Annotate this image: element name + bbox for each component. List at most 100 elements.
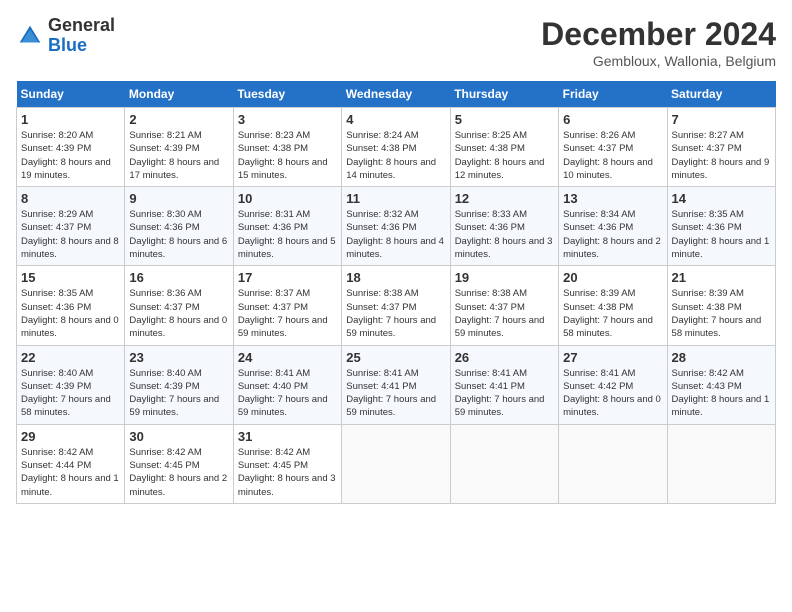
day-info: Sunrise: 8:32 AMSunset: 4:36 PMDaylight:… xyxy=(346,208,445,261)
day-info: Sunrise: 8:26 AMSunset: 4:37 PMDaylight:… xyxy=(563,129,662,182)
day-header: Sunday xyxy=(17,81,125,108)
calendar-cell: 5Sunrise: 8:25 AMSunset: 4:38 PMDaylight… xyxy=(450,108,558,187)
calendar-cell: 19 Sunrise: 8:38 AMSunset: 4:37 PMDayligh… xyxy=(450,266,558,345)
day-number: 3 xyxy=(238,112,337,127)
day-number: 15 xyxy=(21,270,120,285)
calendar-cell: 29 Sunrise: 8:42 AMSunset: 4:44 PMDayligh… xyxy=(17,424,125,503)
day-info: Sunrise: 8:36 AMSunset: 4:37 PMDaylight:… xyxy=(129,287,228,340)
logo: General Blue xyxy=(16,16,115,56)
day-number: 2 xyxy=(129,112,228,127)
calendar-cell: 23 Sunrise: 8:40 AMSunset: 4:39 PMDayligh… xyxy=(125,345,233,424)
day-info: Sunrise: 8:41 AMSunset: 4:41 PMDaylight:… xyxy=(455,367,554,420)
calendar-week-row: 8 Sunrise: 8:29 AMSunset: 4:37 PMDaylight… xyxy=(17,187,776,266)
calendar-cell: 13 Sunrise: 8:34 AMSunset: 4:36 PMDayligh… xyxy=(559,187,667,266)
day-info: Sunrise: 8:24 AMSunset: 4:38 PMDaylight:… xyxy=(346,129,445,182)
day-number: 12 xyxy=(455,191,554,206)
calendar-cell: 7 Sunrise: 8:27 AMSunset: 4:37 PMDaylight… xyxy=(667,108,775,187)
day-number: 5 xyxy=(455,112,554,127)
day-info: Sunrise: 8:27 AMSunset: 4:37 PMDaylight:… xyxy=(672,129,771,182)
location: Gembloux, Wallonia, Belgium xyxy=(541,53,776,69)
calendar-cell: 8 Sunrise: 8:29 AMSunset: 4:37 PMDaylight… xyxy=(17,187,125,266)
day-number: 7 xyxy=(672,112,771,127)
day-header: Thursday xyxy=(450,81,558,108)
day-number: 17 xyxy=(238,270,337,285)
day-info: Sunrise: 8:39 AMSunset: 4:38 PMDaylight:… xyxy=(672,287,771,340)
day-number: 28 xyxy=(672,350,771,365)
calendar-table: SundayMondayTuesdayWednesdayThursdayFrid… xyxy=(16,81,776,504)
day-info: Sunrise: 8:38 AMSunset: 4:37 PMDaylight:… xyxy=(346,287,445,340)
day-number: 21 xyxy=(672,270,771,285)
day-number: 31 xyxy=(238,429,337,444)
calendar-cell: 31 Sunrise: 8:42 AMSunset: 4:45 PMDayligh… xyxy=(233,424,341,503)
day-info: Sunrise: 8:42 AMSunset: 4:45 PMDaylight:… xyxy=(238,446,337,499)
day-info: Sunrise: 8:23 AMSunset: 4:38 PMDaylight:… xyxy=(238,129,337,182)
day-info: Sunrise: 8:21 AMSunset: 4:39 PMDaylight:… xyxy=(129,129,228,182)
day-number: 20 xyxy=(563,270,662,285)
day-number: 10 xyxy=(238,191,337,206)
calendar-week-row: 1 Sunrise: 8:20 AMSunset: 4:39 PMDaylight… xyxy=(17,108,776,187)
day-number: 13 xyxy=(563,191,662,206)
day-number: 4 xyxy=(346,112,445,127)
day-number: 26 xyxy=(455,350,554,365)
day-info: Sunrise: 8:40 AMSunset: 4:39 PMDaylight:… xyxy=(129,367,228,420)
day-header: Saturday xyxy=(667,81,775,108)
day-info: Sunrise: 8:20 AMSunset: 4:39 PMDaylight:… xyxy=(21,129,120,182)
page-header: General Blue December 2024 Gembloux, Wal… xyxy=(16,16,776,69)
calendar-cell: 10 Sunrise: 8:31 AMSunset: 4:36 PMDayligh… xyxy=(233,187,341,266)
day-number: 19 xyxy=(455,270,554,285)
calendar-week-row: 22 Sunrise: 8:40 AMSunset: 4:39 PMDayligh… xyxy=(17,345,776,424)
calendar-cell: 11 Sunrise: 8:32 AMSunset: 4:36 PMDayligh… xyxy=(342,187,450,266)
calendar-cell xyxy=(342,424,450,503)
calendar-cell: 9Sunrise: 8:30 AMSunset: 4:36 PMDaylight… xyxy=(125,187,233,266)
day-number: 1 xyxy=(21,112,120,127)
day-info: Sunrise: 8:39 AMSunset: 4:38 PMDaylight:… xyxy=(563,287,662,340)
day-number: 27 xyxy=(563,350,662,365)
calendar-cell: 30Sunrise: 8:42 AMSunset: 4:45 PMDayligh… xyxy=(125,424,233,503)
day-number: 18 xyxy=(346,270,445,285)
logo-icon xyxy=(16,22,44,50)
calendar-cell xyxy=(450,424,558,503)
day-number: 6 xyxy=(563,112,662,127)
calendar-cell: 12 Sunrise: 8:33 AMSunset: 4:36 PMDayligh… xyxy=(450,187,558,266)
calendar-cell: 21 Sunrise: 8:39 AMSunset: 4:38 PMDayligh… xyxy=(667,266,775,345)
calendar-week-row: 29 Sunrise: 8:42 AMSunset: 4:44 PMDayligh… xyxy=(17,424,776,503)
day-number: 11 xyxy=(346,191,445,206)
calendar-cell: 25Sunrise: 8:41 AMSunset: 4:41 PMDayligh… xyxy=(342,345,450,424)
calendar-cell: 6 Sunrise: 8:26 AMSunset: 4:37 PMDaylight… xyxy=(559,108,667,187)
day-info: Sunrise: 8:40 AMSunset: 4:39 PMDaylight:… xyxy=(21,367,120,420)
calendar-cell: 14Sunrise: 8:35 AMSunset: 4:36 PMDayligh… xyxy=(667,187,775,266)
calendar-cell: 26 Sunrise: 8:41 AMSunset: 4:41 PMDayligh… xyxy=(450,345,558,424)
calendar-cell: 28 Sunrise: 8:42 AMSunset: 4:43 PMDayligh… xyxy=(667,345,775,424)
day-info: Sunrise: 8:42 AMSunset: 4:43 PMDaylight:… xyxy=(672,367,771,420)
day-header: Tuesday xyxy=(233,81,341,108)
day-info: Sunrise: 8:41 AMSunset: 4:41 PMDaylight:… xyxy=(346,367,445,420)
calendar-cell: 20 Sunrise: 8:39 AMSunset: 4:38 PMDayligh… xyxy=(559,266,667,345)
day-info: Sunrise: 8:35 AMSunset: 4:36 PMDaylight:… xyxy=(21,287,120,340)
header-row: SundayMondayTuesdayWednesdayThursdayFrid… xyxy=(17,81,776,108)
calendar-cell: 18 Sunrise: 8:38 AMSunset: 4:37 PMDayligh… xyxy=(342,266,450,345)
day-info: Sunrise: 8:41 AMSunset: 4:42 PMDaylight:… xyxy=(563,367,662,420)
day-number: 23 xyxy=(129,350,228,365)
day-info: Sunrise: 8:30 AMSunset: 4:36 PMDaylight:… xyxy=(129,208,228,261)
day-info: Sunrise: 8:29 AMSunset: 4:37 PMDaylight:… xyxy=(21,208,120,261)
calendar-cell: 4 Sunrise: 8:24 AMSunset: 4:38 PMDaylight… xyxy=(342,108,450,187)
calendar-cell: 24Sunrise: 8:41 AMSunset: 4:40 PMDayligh… xyxy=(233,345,341,424)
day-header: Wednesday xyxy=(342,81,450,108)
calendar-cell xyxy=(667,424,775,503)
day-info: Sunrise: 8:34 AMSunset: 4:36 PMDaylight:… xyxy=(563,208,662,261)
day-info: Sunrise: 8:38 AMSunset: 4:37 PMDaylight:… xyxy=(455,287,554,340)
day-number: 22 xyxy=(21,350,120,365)
day-info: Sunrise: 8:42 AMSunset: 4:44 PMDaylight:… xyxy=(21,446,120,499)
day-number: 8 xyxy=(21,191,120,206)
day-info: Sunrise: 8:31 AMSunset: 4:36 PMDaylight:… xyxy=(238,208,337,261)
calendar-cell: 1 Sunrise: 8:20 AMSunset: 4:39 PMDaylight… xyxy=(17,108,125,187)
title-block: December 2024 Gembloux, Wallonia, Belgiu… xyxy=(541,16,776,69)
calendar-cell: 15 Sunrise: 8:35 AMSunset: 4:36 PMDayligh… xyxy=(17,266,125,345)
calendar-cell: 17Sunrise: 8:37 AMSunset: 4:37 PMDayligh… xyxy=(233,266,341,345)
day-info: Sunrise: 8:33 AMSunset: 4:36 PMDaylight:… xyxy=(455,208,554,261)
day-number: 29 xyxy=(21,429,120,444)
day-number: 30 xyxy=(129,429,228,444)
calendar-cell: 27 Sunrise: 8:41 AMSunset: 4:42 PMDayligh… xyxy=(559,345,667,424)
logo-text: General Blue xyxy=(48,16,115,56)
day-info: Sunrise: 8:35 AMSunset: 4:36 PMDaylight:… xyxy=(672,208,771,261)
